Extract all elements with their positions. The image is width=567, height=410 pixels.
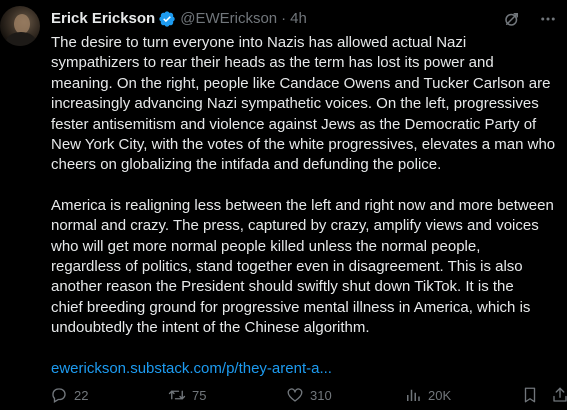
- views-button[interactable]: 20K: [404, 384, 451, 406]
- article-link[interactable]: ewerickson.substack.com/p/they-arent-a..…: [51, 359, 567, 379]
- avatar[interactable]: [0, 6, 40, 46]
- avatar-face: [14, 14, 30, 34]
- tweet-header: Erick Erickson @EWErickson · 4h: [51, 9, 307, 29]
- views-count: 20K: [428, 387, 452, 403]
- retweet-button[interactable]: 75: [168, 384, 206, 406]
- more-icon[interactable]: [539, 10, 557, 28]
- views-icon: [407, 389, 420, 401]
- tweet[interactable]: Erick Erickson @EWErickson · 4h The desi…: [0, 0, 567, 410]
- bookmark-icon: [524, 387, 536, 403]
- grok-icon[interactable]: [503, 10, 521, 28]
- action-bar: 22 75 310 20K: [50, 384, 567, 406]
- separator-dot: ·: [281, 10, 287, 27]
- top-right-icons: [485, 10, 557, 28]
- reply-count: 22: [74, 387, 89, 403]
- author-handle[interactable]: @EWErickson: [180, 9, 277, 29]
- timestamp[interactable]: 4h: [290, 9, 307, 29]
- reply-button[interactable]: 22: [50, 384, 88, 406]
- avatar-body: [6, 32, 36, 46]
- heart-icon: [287, 388, 303, 402]
- verified-badge-icon: [159, 11, 175, 27]
- tweet-paragraph-1: The desire to turn everyone into Nazis h…: [51, 34, 556, 174]
- retweet-count: 75: [192, 387, 207, 403]
- share-icon: [553, 387, 567, 402]
- like-count: 310: [310, 387, 332, 403]
- tweet-paragraph-2: America is realigning less between the l…: [51, 196, 554, 337]
- retweet-icon: [168, 390, 186, 400]
- share-button[interactable]: [551, 384, 567, 406]
- author-name[interactable]: Erick Erickson: [51, 9, 155, 29]
- tweet-text: The desire to turn everyone into Nazis h…: [51, 33, 567, 379]
- bookmark-button[interactable]: [521, 384, 539, 406]
- like-button[interactable]: 310: [286, 384, 332, 406]
- reply-icon: [52, 388, 66, 403]
